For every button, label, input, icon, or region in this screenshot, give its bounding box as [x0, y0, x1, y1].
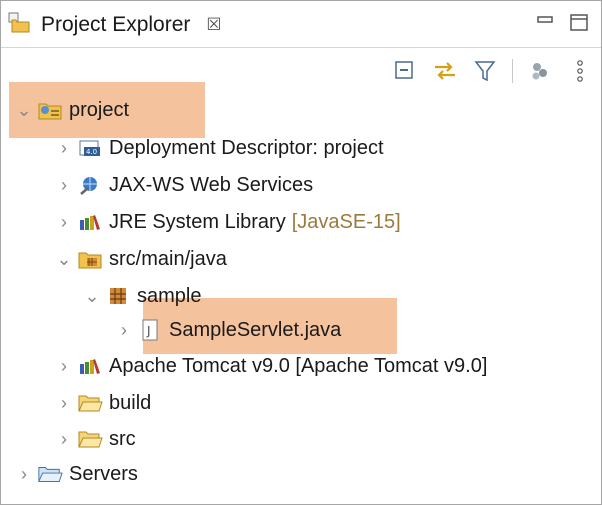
maximize-icon[interactable]	[569, 11, 589, 38]
library-icon	[77, 354, 103, 378]
deployment-descriptor-icon: 4.0	[77, 136, 103, 160]
folder-icon	[77, 427, 103, 451]
tree-item-label: Apache Tomcat v9.0 [Apache Tomcat v9.0]	[109, 354, 488, 377]
chevron-down-icon[interactable]: ⌄	[15, 100, 33, 121]
tab-project-explorer[interactable]: Project Explorer ☒	[7, 7, 222, 43]
folder-icon	[77, 391, 103, 415]
tree-item-jax-ws[interactable]: › JAX-WS Web Services	[55, 168, 313, 202]
tree-item-sample-package[interactable]: ⌄ sample	[83, 279, 201, 313]
project-explorer-icon	[7, 10, 33, 40]
java-file-icon: J	[137, 318, 163, 342]
tree-item-label: Deployment Descriptor: project	[109, 136, 384, 159]
focus-on-working-set-icon[interactable]	[527, 58, 553, 84]
view-title-bar: Project Explorer ☒	[1, 1, 601, 48]
tree-item-apache-tomcat[interactable]: › Apache Tomcat v9.0 [Apache Tomcat v9.0…	[55, 349, 487, 383]
tree-item-src-main-java[interactable]: ⌄ src/main/java	[55, 242, 227, 276]
view-menu-icon[interactable]	[567, 58, 593, 84]
chevron-right-icon[interactable]: ›	[55, 429, 73, 450]
package-icon	[105, 284, 131, 308]
tree-item-src[interactable]: › src	[55, 422, 136, 456]
project-explorer-view: Project Explorer ☒ ⌄ project › 4.0 Deplo…	[0, 0, 602, 505]
minimize-icon[interactable]	[535, 11, 555, 36]
tree-item-jre-library[interactable]: › JRE System Library [JavaSE-15]	[55, 205, 401, 239]
chevron-right-icon[interactable]: ›	[15, 464, 33, 485]
tree-item-label: sample	[137, 284, 202, 307]
tree-item-label: src	[109, 427, 136, 450]
toolbar-separator	[512, 59, 513, 83]
tree-item-label: build	[109, 391, 152, 414]
project-folder-icon	[37, 462, 63, 486]
tree-item-sampleservlet[interactable]: › J SampleServlet.java	[115, 313, 341, 347]
web-project-icon	[37, 98, 63, 122]
chevron-right-icon[interactable]: ›	[55, 393, 73, 414]
tree-item-decoration: [JavaSE-15]	[291, 210, 401, 233]
tree-item-build[interactable]: › build	[55, 386, 151, 420]
view-toolbar	[392, 53, 593, 89]
chevron-down-icon[interactable]: ⌄	[83, 286, 101, 307]
chevron-right-icon[interactable]: ›	[55, 356, 73, 377]
svg-text:4.0: 4.0	[86, 148, 97, 156]
tree-item-label: JAX-WS Web Services	[109, 173, 314, 196]
tree-item-label: src/main/java	[109, 247, 227, 270]
tree-item-label: JRE System Library	[109, 210, 286, 233]
tree-item-servers[interactable]: › Servers	[15, 457, 138, 491]
chevron-right-icon[interactable]: ›	[55, 138, 73, 159]
library-icon	[77, 210, 103, 234]
chevron-right-icon[interactable]: ›	[55, 175, 73, 196]
chevron-right-icon[interactable]: ›	[115, 320, 133, 341]
filter-icon[interactable]	[472, 58, 498, 84]
tree-item-project[interactable]: ⌄ project	[15, 93, 129, 127]
tree-item-deployment-descriptor[interactable]: › 4.0 Deployment Descriptor: project	[55, 131, 384, 165]
tree-item-label: SampleServlet.java	[169, 318, 342, 341]
tree-item-label: project	[69, 98, 130, 121]
chevron-right-icon[interactable]: ›	[55, 212, 73, 233]
tree-item-label: Servers	[69, 462, 138, 485]
source-folder-icon	[77, 247, 103, 271]
close-icon[interactable]: ☒	[206, 15, 221, 35]
svg-text:J: J	[146, 324, 151, 338]
chevron-down-icon[interactable]: ⌄	[55, 249, 73, 270]
link-with-editor-icon[interactable]	[432, 58, 458, 84]
web-services-icon	[77, 173, 103, 197]
collapse-all-icon[interactable]	[392, 58, 418, 84]
view-title: Project Explorer	[41, 13, 191, 36]
